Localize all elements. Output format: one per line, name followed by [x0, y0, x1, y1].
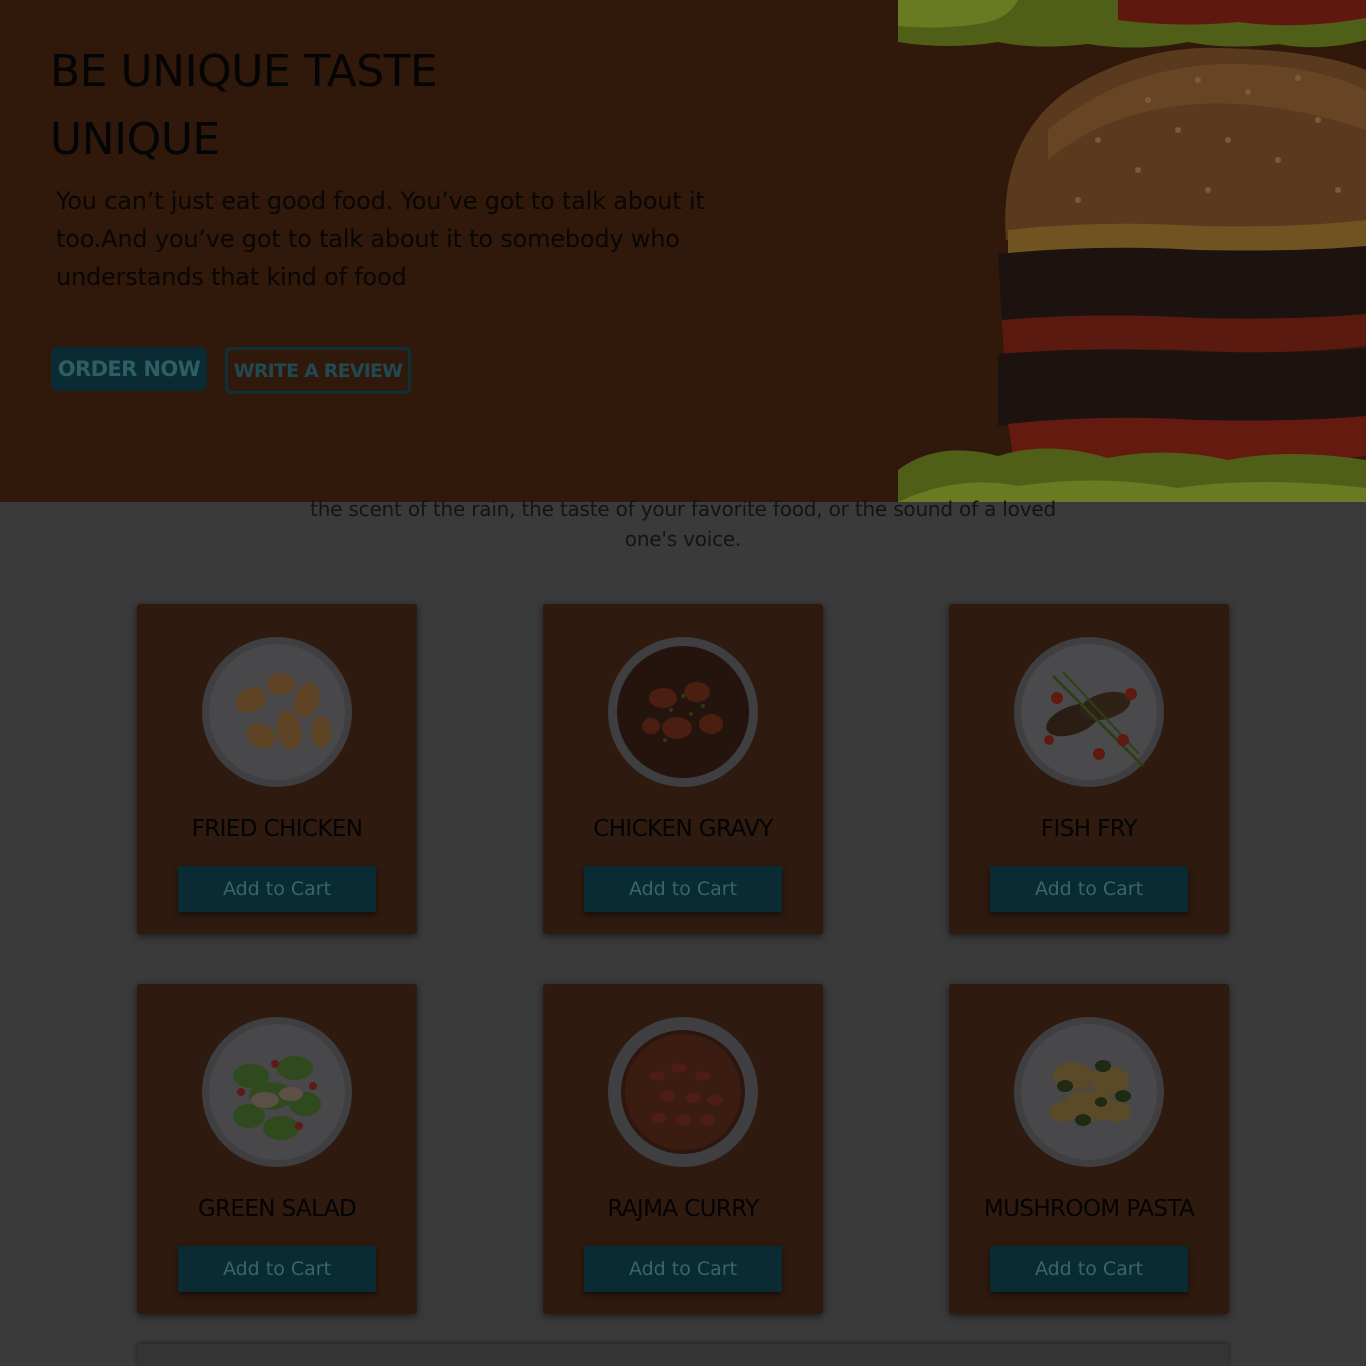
menu-item-title: FRIED CHICKEN	[191, 816, 363, 842]
add-to-cart-button[interactable]: Add to Cart	[990, 1246, 1188, 1292]
green-salad-image	[202, 1017, 352, 1167]
fried-chicken-image	[202, 637, 352, 787]
add-to-cart-button[interactable]: Add to Cart	[584, 1246, 782, 1292]
hero-tagline: You can’t just eat good food. You’ve got…	[56, 187, 705, 291]
hero-title-line-2: UNIQUE	[50, 114, 220, 165]
add-to-cart-button[interactable]: Add to Cart	[990, 866, 1188, 912]
chicken-gravy-image	[608, 637, 758, 787]
rajma-curry-image	[608, 1017, 758, 1167]
burger-image	[898, 0, 1366, 502]
fish-fry-image	[1014, 637, 1164, 787]
next-section-edge	[137, 1344, 1229, 1366]
menu-card-chicken-gravy: CHICKEN GRAVY Add to Cart	[543, 604, 823, 934]
intro-text: the scent of the rain, the taste of your…	[310, 497, 1056, 551]
hero-title: BE UNIQUE TASTE UNIQUE	[50, 38, 510, 174]
menu-card-green-salad: GREEN SALAD Add to Cart	[137, 984, 417, 1314]
hero-title-line-1: BE UNIQUE TASTE	[50, 46, 438, 97]
add-to-cart-button[interactable]: Add to Cart	[178, 866, 376, 912]
menu-card-fish-fry: FISH FRY Add to Cart	[949, 604, 1229, 934]
menu-item-title: CHICKEN GRAVY	[593, 816, 773, 842]
menu-item-title: GREEN SALAD	[197, 1196, 357, 1222]
menu-item-title: MUSHROOM PASTA	[983, 1196, 1195, 1222]
menu-item-title: RAJMA CURRY	[607, 1196, 759, 1222]
menu-card-rajma-curry: RAJMA CURRY Add to Cart	[543, 984, 823, 1314]
order-now-button[interactable]: ORDER NOW	[51, 347, 207, 391]
mushroom-pasta-image	[1014, 1017, 1164, 1167]
write-review-button[interactable]: WRITE A REVIEW	[225, 347, 411, 394]
add-to-cart-button[interactable]: Add to Cart	[584, 866, 782, 912]
menu-card-fried-chicken: FRIED CHICKEN Add to Cart	[137, 604, 417, 934]
hero-section: BE UNIQUE TASTE UNIQUE You can’t just ea…	[0, 0, 1366, 502]
menu-item-title: FISH FRY	[1040, 816, 1138, 842]
add-to-cart-button[interactable]: Add to Cart	[178, 1246, 376, 1292]
menu-card-mushroom-pasta: MUSHROOM PASTA Add to Cart	[949, 984, 1229, 1314]
